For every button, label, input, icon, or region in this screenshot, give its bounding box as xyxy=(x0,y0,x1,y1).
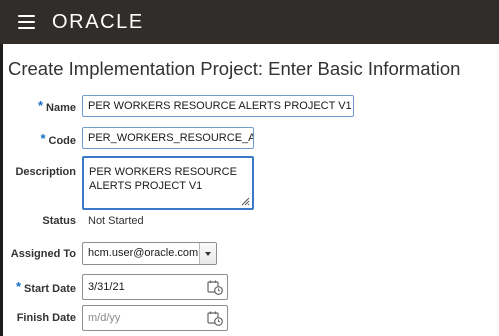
assigned-to-select[interactable]: hcm.user@oracle.com xyxy=(82,242,217,265)
description-text: PER WORKERS RESOURCE ALERTS PROJECT V1 xyxy=(89,166,237,192)
code-input[interactable]: PER_WORKERS_RESOURCE_ALERTS_PROJECT_V1 xyxy=(82,127,254,149)
calendar-icon[interactable] xyxy=(207,279,223,295)
assigned-to-value: hcm.user@oracle.com xyxy=(88,247,199,259)
code-label: * Code xyxy=(40,131,76,147)
global-header: ORACLE xyxy=(0,0,499,44)
required-indicator: * xyxy=(15,279,22,294)
start-date-input[interactable]: 3/31/21 xyxy=(82,274,228,300)
calendar-icon[interactable] xyxy=(207,310,223,326)
description-textarea[interactable]: PER WORKERS RESOURCE ALERTS PROJECT V1 xyxy=(82,156,254,210)
assigned-to-label: Assigned To xyxy=(10,248,76,260)
page-title: Create Implementation Project: Enter Bas… xyxy=(8,58,461,79)
name-input[interactable]: PER WORKERS RESOURCE ALERTS PROJECT V1 xyxy=(82,95,354,117)
left-edge-divider xyxy=(0,44,3,336)
name-label: * Name xyxy=(37,98,76,114)
hamburger-menu-icon[interactable] xyxy=(18,15,35,29)
finish-date-placeholder: m/d/yy xyxy=(88,312,121,324)
required-indicator: * xyxy=(40,131,46,146)
dropdown-arrow-icon[interactable] xyxy=(199,243,216,264)
status-value: Not Started xyxy=(88,215,144,227)
start-date-value: 3/31/21 xyxy=(88,281,125,293)
required-indicator: * xyxy=(37,98,44,113)
status-label: Status xyxy=(42,215,76,227)
start-date-label: * Start Date xyxy=(15,279,76,295)
description-label: Description xyxy=(15,166,76,178)
oracle-logo[interactable]: ORACLE xyxy=(52,10,144,34)
finish-date-input[interactable]: m/d/yy xyxy=(82,305,228,331)
finish-date-label: Finish Date xyxy=(16,312,76,324)
resize-grip-icon[interactable] xyxy=(240,196,250,206)
